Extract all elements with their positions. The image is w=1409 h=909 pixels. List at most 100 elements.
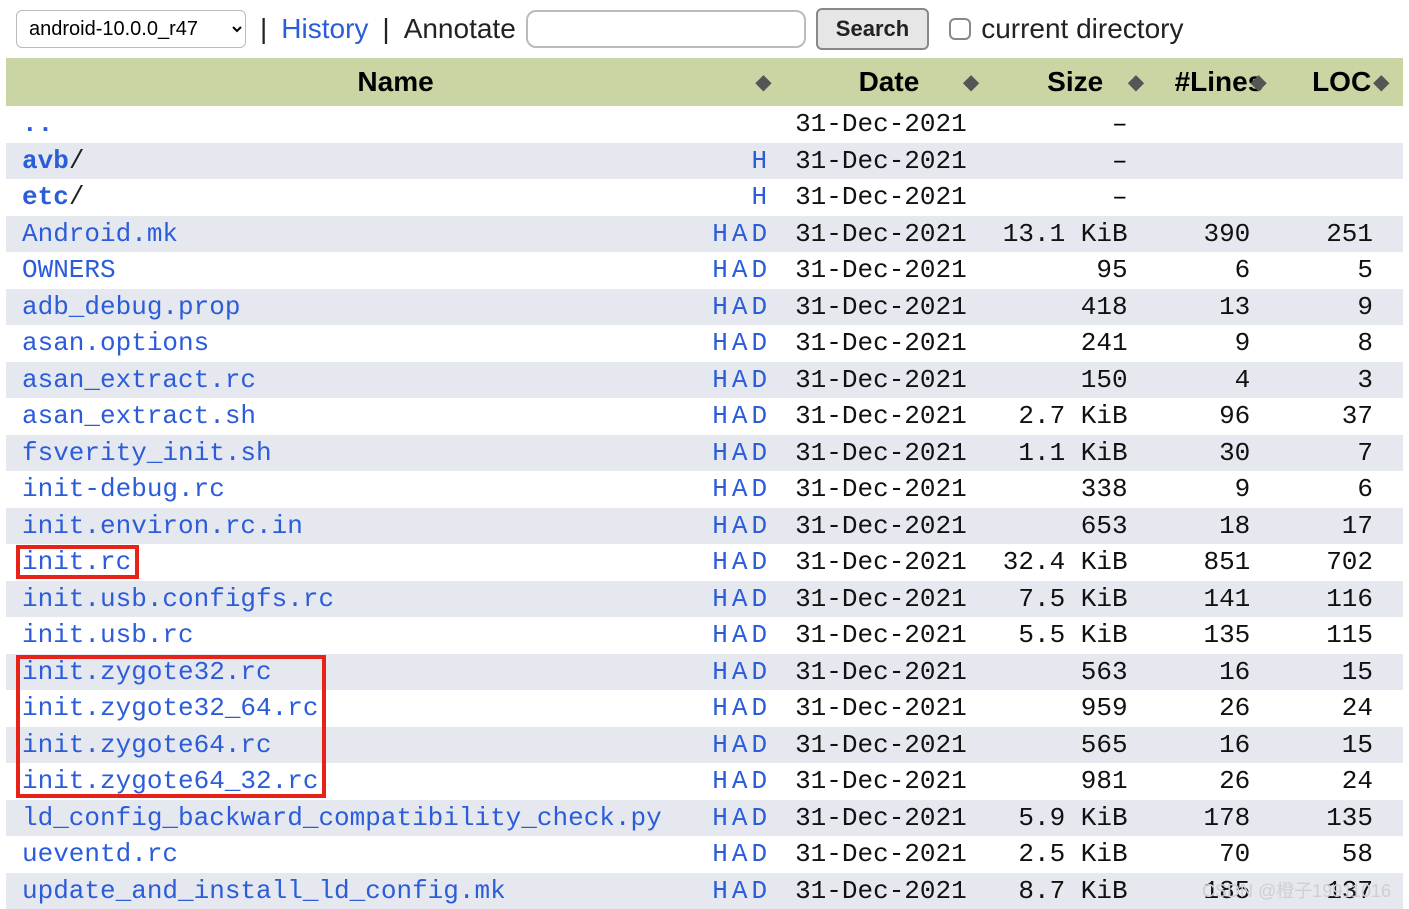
date-cell: 31-Dec-2021 <box>785 836 993 873</box>
file-link[interactable]: OWNERS <box>22 255 116 285</box>
file-link[interactable]: .. <box>22 109 53 139</box>
file-link[interactable]: ld_config_backward_compatibility_check.p… <box>22 803 662 833</box>
had-link-a[interactable]: A <box>732 292 748 322</box>
file-link[interactable]: init.zygote32_64.rc <box>22 693 318 723</box>
file-link[interactable]: asan_extract.sh <box>22 401 256 431</box>
had-link-h[interactable]: H <box>712 474 728 504</box>
had-link-a[interactable]: A <box>732 365 748 395</box>
had-link-h[interactable]: H <box>712 803 728 833</box>
search-button[interactable]: Search <box>816 8 929 50</box>
had-link-d[interactable]: D <box>751 401 767 431</box>
file-link[interactable]: Android.mk <box>22 219 178 249</box>
had-link-h[interactable]: H <box>712 766 728 796</box>
had-link-h[interactable]: H <box>712 328 728 358</box>
had-link-h[interactable]: H <box>712 730 728 760</box>
had-link-d[interactable]: D <box>751 547 767 577</box>
file-link[interactable]: update_and_install_ld_config.mk <box>22 876 506 906</box>
had-link-d[interactable]: D <box>751 328 767 358</box>
had-link-h[interactable]: H <box>712 584 728 614</box>
had-link-h[interactable]: H <box>751 146 767 176</box>
had-link-h[interactable]: H <box>712 839 728 869</box>
had-link-a[interactable]: A <box>732 547 748 577</box>
date-cell: 31-Dec-2021 <box>785 544 993 581</box>
had-link-a[interactable]: A <box>732 511 748 541</box>
file-link[interactable]: init.zygote64.rc <box>22 730 272 760</box>
had-link-d[interactable]: D <box>751 255 767 285</box>
had-link-a[interactable]: A <box>732 219 748 249</box>
size-cell: 2.7 KiB <box>993 398 1158 435</box>
file-link[interactable]: asan.options <box>22 328 209 358</box>
file-link[interactable]: init.usb.configfs.rc <box>22 584 334 614</box>
had-link-a[interactable]: A <box>732 839 748 869</box>
search-input[interactable] <box>526 10 806 48</box>
file-link[interactable]: fsverity_init.sh <box>22 438 272 468</box>
table-row: ueventd.rcHAD31-Dec-20212.5 KiB7058 <box>6 836 1403 873</box>
branch-select[interactable]: android-10.0.0_r47 <box>16 10 246 48</box>
had-link-a[interactable]: A <box>732 474 748 504</box>
history-link[interactable]: History <box>281 13 368 45</box>
had-link-a[interactable]: A <box>732 693 748 723</box>
file-link[interactable]: init.usb.rc <box>22 620 194 650</box>
had-cell: H <box>676 179 785 216</box>
had-link-a[interactable]: A <box>732 766 748 796</box>
column-header-size[interactable]: Size◆ <box>993 58 1158 106</box>
had-link-a[interactable]: A <box>732 803 748 833</box>
had-link-h[interactable]: H <box>712 438 728 468</box>
file-link[interactable]: adb_debug.prop <box>22 292 240 322</box>
column-header-name[interactable]: Name◆ <box>6 58 785 106</box>
had-link-d[interactable]: D <box>751 219 767 249</box>
current-directory-checkbox[interactable] <box>949 18 971 40</box>
had-link-d[interactable]: D <box>751 730 767 760</box>
had-link-d[interactable]: D <box>751 474 767 504</box>
had-link-d[interactable]: D <box>751 620 767 650</box>
had-link-h[interactable]: H <box>712 219 728 249</box>
had-link-h[interactable]: H <box>712 292 728 322</box>
had-link-a[interactable]: A <box>732 328 748 358</box>
had-link-a[interactable]: A <box>732 438 748 468</box>
had-link-d[interactable]: D <box>751 584 767 614</box>
column-header-lines[interactable]: #Lines◆ <box>1158 58 1281 106</box>
had-link-a[interactable]: A <box>732 255 748 285</box>
had-link-d[interactable]: D <box>751 839 767 869</box>
had-link-a[interactable]: A <box>732 876 748 906</box>
table-row: init.zygote64_32.rcHAD31-Dec-20219812624 <box>6 763 1403 800</box>
had-link-d[interactable]: D <box>751 438 767 468</box>
had-link-a[interactable]: A <box>732 657 748 687</box>
file-link[interactable]: init.zygote32.rc <box>22 657 272 687</box>
lines-cell: 16 <box>1158 727 1281 764</box>
file-link[interactable]: avb <box>22 146 69 176</box>
file-link[interactable]: asan_extract.rc <box>22 365 256 395</box>
column-header-loc[interactable]: LOC◆ <box>1280 58 1403 106</box>
had-link-a[interactable]: A <box>732 730 748 760</box>
had-link-h[interactable]: H <box>751 182 767 212</box>
had-link-h[interactable]: H <box>712 547 728 577</box>
file-link[interactable]: init-debug.rc <box>22 474 225 504</box>
file-link[interactable]: init.rc <box>22 547 131 577</box>
file-link[interactable]: init.zygote64_32.rc <box>22 766 318 796</box>
had-link-d[interactable]: D <box>751 657 767 687</box>
had-link-d[interactable]: D <box>751 766 767 796</box>
had-link-a[interactable]: A <box>732 401 748 431</box>
column-header-date[interactable]: Date◆ <box>785 58 993 106</box>
had-link-a[interactable]: A <box>732 584 748 614</box>
had-link-d[interactable]: D <box>751 511 767 541</box>
had-link-h[interactable]: H <box>712 365 728 395</box>
had-link-h[interactable]: H <box>712 511 728 541</box>
file-link[interactable]: etc <box>22 182 69 212</box>
had-link-d[interactable]: D <box>751 693 767 723</box>
had-link-d[interactable]: D <box>751 803 767 833</box>
lines-cell: 26 <box>1158 690 1281 727</box>
had-link-h[interactable]: H <box>712 876 728 906</box>
had-link-h[interactable]: H <box>712 657 728 687</box>
loc-cell <box>1280 143 1403 180</box>
had-link-h[interactable]: H <box>712 620 728 650</box>
had-link-d[interactable]: D <box>751 876 767 906</box>
had-link-d[interactable]: D <box>751 365 767 395</box>
had-link-d[interactable]: D <box>751 292 767 322</box>
had-link-h[interactable]: H <box>712 401 728 431</box>
had-link-h[interactable]: H <box>712 693 728 723</box>
had-link-h[interactable]: H <box>712 255 728 285</box>
had-link-a[interactable]: A <box>732 620 748 650</box>
file-link[interactable]: init.environ.rc.in <box>22 511 303 541</box>
file-link[interactable]: ueventd.rc <box>22 839 178 869</box>
